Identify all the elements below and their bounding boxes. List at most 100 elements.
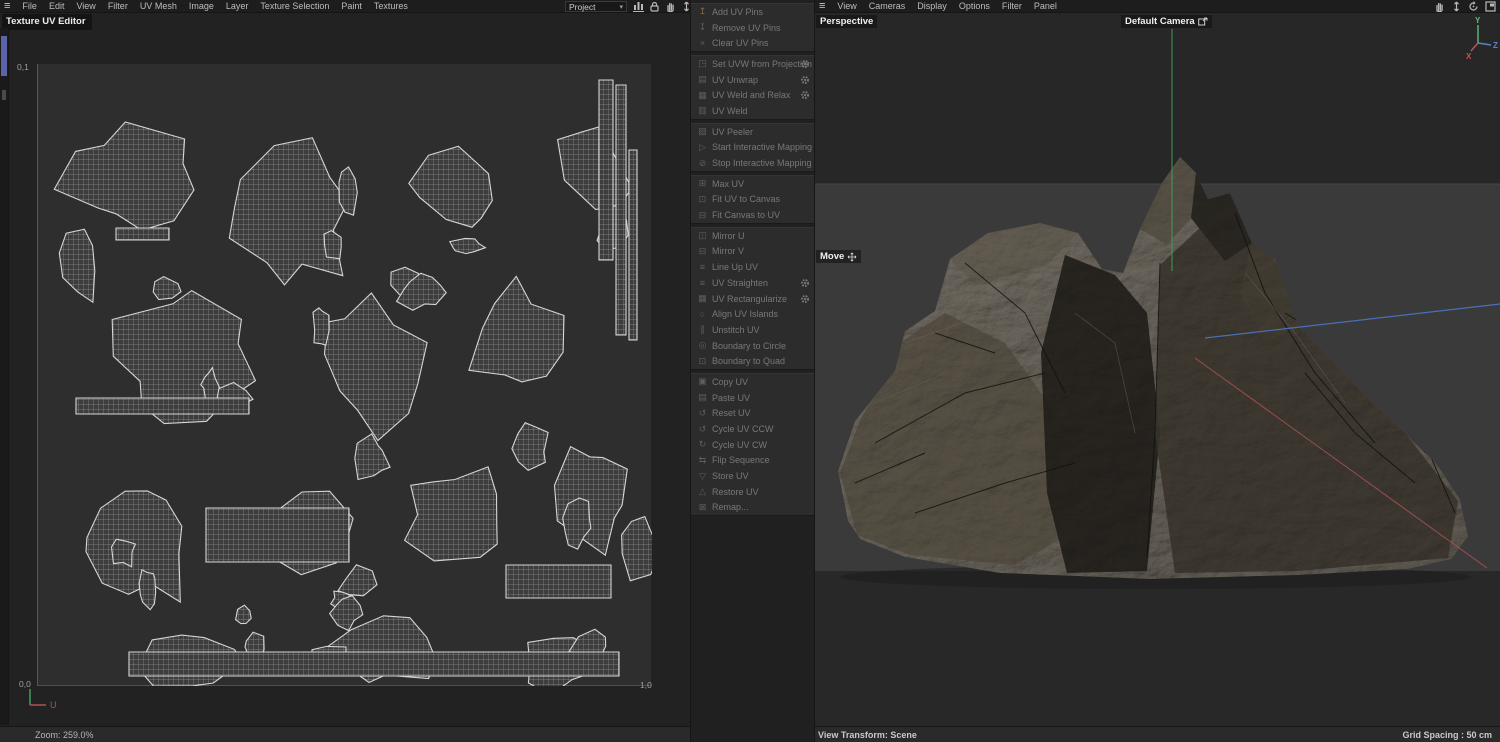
uv-island[interactable]	[236, 605, 252, 623]
command-fit-uv-to-canvas[interactable]: ⊡Fit UV to Canvas	[691, 192, 814, 208]
menu-image[interactable]: Image	[183, 1, 220, 11]
uv-island[interactable]	[409, 146, 493, 227]
uv-island[interactable]	[324, 231, 341, 259]
command-uv-rectangularize[interactable]: ▦UV Rectangularize	[691, 291, 814, 307]
uv-island[interactable]	[450, 238, 486, 253]
gear-icon[interactable]	[800, 59, 810, 69]
command-reset-uv[interactable]: ↺Reset UV	[691, 406, 814, 422]
menu-paint[interactable]: Paint	[335, 1, 368, 11]
view-label[interactable]: Perspective	[816, 15, 877, 28]
command-align-uv-islands[interactable]: ○Align UV Islands	[691, 306, 814, 322]
uv-canvas[interactable]	[37, 64, 651, 686]
gear-icon[interactable]	[800, 278, 810, 288]
uv-island[interactable]	[325, 293, 428, 441]
command-remap-[interactable]: ⊠Remap...	[691, 500, 814, 516]
uv-island[interactable]	[629, 150, 637, 340]
uv-island[interactable]	[129, 652, 619, 676]
hamburger-menu-icon[interactable]: ≡	[815, 1, 831, 11]
camera-label[interactable]: Default Camera	[1121, 15, 1212, 28]
hand-icon[interactable]	[665, 1, 676, 12]
command-line-up-uv[interactable]: ≡Line Up UV	[691, 259, 814, 275]
command-uv-straighten[interactable]: ≡UV Straighten	[691, 275, 814, 291]
project-dropdown[interactable]: Project ▾	[565, 1, 627, 12]
menu-view[interactable]: View	[70, 1, 101, 11]
menu-filter[interactable]: Filter	[102, 1, 134, 11]
orientation-axis-gizmo[interactable]: Y Z X	[1458, 15, 1498, 61]
histogram-icon[interactable]	[633, 1, 644, 12]
command-mirror-v[interactable]: ⊟Mirror V	[691, 244, 814, 260]
command-restore-uv[interactable]: △Restore UV	[691, 484, 814, 500]
uv-island[interactable]	[59, 229, 95, 302]
command-cycle-uv-cw[interactable]: ↻Cycle UV CW	[691, 437, 814, 453]
dock-indicator-secondary[interactable]	[2, 90, 6, 100]
uv-island[interactable]	[112, 539, 136, 567]
menu-textures[interactable]: Textures	[368, 1, 414, 11]
menu-uv-mesh[interactable]: UV Mesh	[134, 1, 183, 11]
perspective-viewport[interactable]: Perspective Default Camera Move Y Z X	[815, 13, 1500, 726]
maximize-icon[interactable]	[1485, 1, 1496, 12]
command-mirror-u[interactable]: ◫Mirror U	[691, 228, 814, 244]
command-boundary-to-circle[interactable]: ◎Boundary to Circle	[691, 338, 814, 354]
uv-island[interactable]	[139, 570, 156, 610]
menu-texture-selection[interactable]: Texture Selection	[254, 1, 335, 11]
uv-island[interactable]	[622, 517, 652, 581]
uv-island[interactable]	[76, 398, 249, 414]
move-icon[interactable]	[1451, 1, 1462, 12]
command-unstitch-uv[interactable]: ∥Unstitch UV	[691, 322, 814, 338]
uv-island[interactable]	[512, 423, 548, 471]
command-uv-unwrap[interactable]: ▤UV Unwrap	[691, 72, 814, 88]
uv-island[interactable]	[616, 85, 626, 335]
gear-icon[interactable]	[800, 75, 810, 85]
command-fit-canvas-to-uv[interactable]: ⊟Fit Canvas to UV	[691, 207, 814, 223]
menu-display[interactable]: Display	[911, 1, 953, 11]
application-window: ≡ FileEditViewFilterUV MeshImageLayerTex…	[0, 0, 1500, 742]
menu-view[interactable]: View	[831, 1, 862, 11]
command-stop-interactive-mapping[interactable]: ⊘Stop Interactive Mapping	[691, 155, 814, 171]
menu-file[interactable]: File	[16, 1, 43, 11]
command-remove-uv-pins[interactable]: ↧Remove UV Pins	[691, 20, 814, 36]
uv-island[interactable]	[229, 138, 347, 285]
menu-panel[interactable]: Panel	[1028, 1, 1063, 11]
command-uv-weld-and-relax[interactable]: ▦UV Weld and Relax	[691, 87, 814, 103]
menu-options[interactable]: Options	[953, 1, 996, 11]
command-boundary-to-quad[interactable]: ⊡Boundary to Quad	[691, 353, 814, 369]
command-flip-sequence[interactable]: ⇆Flip Sequence	[691, 453, 814, 469]
command-paste-uv[interactable]: ▤Paste UV	[691, 390, 814, 406]
uv-island[interactable]	[338, 565, 377, 596]
projection-icon: ◳	[696, 58, 709, 69]
menu-layer[interactable]: Layer	[220, 1, 255, 11]
command-clear-uv-pins[interactable]: ×Clear UV Pins	[691, 35, 814, 51]
command-cycle-uv-ccw[interactable]: ↺Cycle UV CCW	[691, 421, 814, 437]
dock-indicator[interactable]	[1, 36, 7, 76]
uv-island[interactable]	[599, 80, 613, 260]
rotate-icon[interactable]	[1468, 1, 1479, 12]
tab-texture-uv-editor[interactable]: Texture UV Editor	[2, 14, 92, 30]
uv-island[interactable]	[405, 467, 498, 561]
command-add-uv-pins[interactable]: ↥Add UV Pins	[691, 4, 814, 20]
lock-icon[interactable]	[649, 1, 660, 12]
flip-sequence-icon: ⇆	[696, 455, 709, 466]
command-start-interactive-mapping[interactable]: ▷Start Interactive Mapping	[691, 140, 814, 156]
menu-cameras[interactable]: Cameras	[863, 1, 912, 11]
uv-island[interactable]	[313, 308, 329, 345]
command-copy-uv[interactable]: ▣Copy UV	[691, 374, 814, 390]
uv-island[interactable]	[355, 434, 390, 480]
menu-filter[interactable]: Filter	[996, 1, 1028, 11]
hamburger-menu-icon[interactable]: ≡	[0, 1, 16, 11]
gear-icon[interactable]	[800, 294, 810, 304]
menu-edit[interactable]: Edit	[43, 1, 71, 11]
uv-island[interactable]	[555, 447, 628, 556]
uv-island[interactable]	[153, 277, 181, 300]
command-store-uv[interactable]: ▽Store UV	[691, 468, 814, 484]
gear-icon[interactable]	[800, 90, 810, 100]
uv-island[interactable]	[506, 565, 611, 598]
hand-icon[interactable]	[1434, 1, 1445, 12]
uv-island[interactable]	[469, 276, 564, 382]
uv-island[interactable]	[206, 508, 349, 562]
command-set-uvw-from-projection[interactable]: ◳Set UVW from Projection	[691, 56, 814, 72]
uv-island[interactable]	[54, 122, 194, 230]
command-uv-peeler[interactable]: ▧UV Peeler	[691, 124, 814, 140]
uv-island[interactable]	[116, 228, 169, 240]
command-uv-weld[interactable]: ▥UV Weld	[691, 103, 814, 119]
command-max-uv[interactable]: ⊞Max UV	[691, 176, 814, 192]
